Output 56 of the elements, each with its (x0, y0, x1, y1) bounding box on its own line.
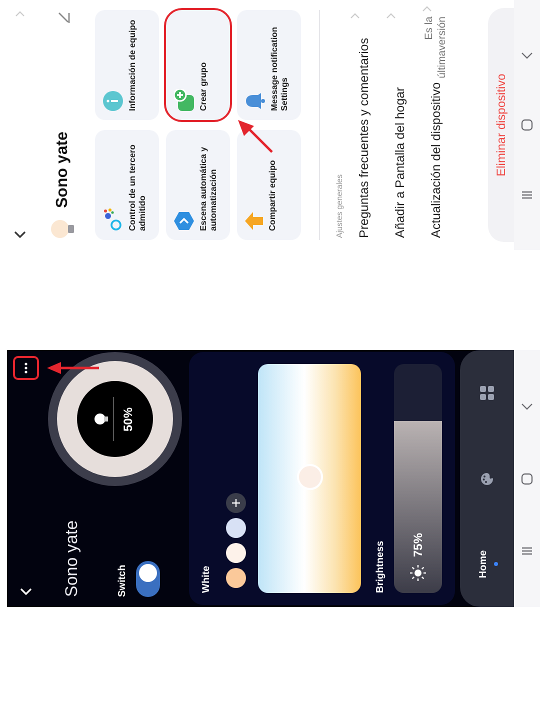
palette-icon (480, 472, 494, 486)
brightness-reading: 75% (410, 532, 426, 557)
recent-apps-icon[interactable] (521, 189, 533, 201)
feature-card[interactable]: Crear grupo (166, 10, 230, 120)
settings-row[interactable]: Preguntas frecuentes y comentarios (346, 0, 382, 250)
settings-row[interactable]: Actualización del dispositivo Es la últimaversión (418, 0, 454, 250)
card-label: Información de equipo (128, 20, 138, 111)
feature-card[interactable]: Compartir equipo (237, 130, 301, 240)
pointer-arrow (45, 361, 99, 375)
section-label: Ajustes generales (334, 173, 345, 240)
plus-icon (232, 499, 240, 507)
row-label: Preguntas frecuentes y comentarios (356, 38, 372, 238)
card-label: Escena automática y automatización (199, 146, 219, 231)
home-icon[interactable] (521, 472, 533, 485)
bulb-icon (94, 414, 108, 426)
row-value: Es la últimaversión (423, 16, 449, 78)
row-label: Actualización del dispositivo (428, 82, 444, 238)
sun-icon (410, 565, 426, 581)
color-temperature-picker[interactable] (258, 364, 361, 593)
share-arrow-icon (245, 211, 263, 231)
picker-thumb[interactable] (297, 464, 323, 490)
card-label: Crear grupo (199, 62, 209, 111)
assistant-icon (103, 207, 123, 231)
more-options-icon (24, 362, 28, 374)
card-label: Compartir equipo (268, 160, 278, 231)
device-title: Sono yate (61, 519, 82, 597)
color-swatch[interactable] (226, 518, 246, 538)
settings-row[interactable]: Añadir a Pantalla del hogar (382, 0, 418, 250)
card-label: Control de un tercero admitido (128, 144, 148, 231)
tab[interactable]: Home (476, 544, 498, 584)
more-options-button[interactable] (15, 358, 37, 378)
card-label: Message notification Settings (270, 26, 290, 111)
brightness-label: Brightness (374, 540, 387, 593)
dial-reading: 50% (120, 407, 136, 432)
brightness-slider[interactable]: 75% (394, 364, 442, 593)
feature-card[interactable]: Información de equipo (95, 10, 159, 120)
add-swatch-button[interactable] (226, 493, 246, 513)
recent-apps-icon[interactable] (521, 544, 533, 557)
grid-icon (480, 386, 494, 400)
presets-label: White (200, 564, 213, 593)
edit-icon[interactable] (56, 10, 70, 24)
scene-icon (174, 211, 194, 231)
toggle-switch[interactable] (136, 561, 160, 597)
color-swatch[interactable] (226, 568, 246, 588)
device-title: Sono yate (53, 132, 72, 208)
bell-icon (245, 91, 265, 111)
switch-label: Switch (116, 564, 128, 597)
light-dial[interactable]: 50% (57, 362, 173, 478)
back-chevron-icon[interactable] (13, 230, 27, 240)
home-icon[interactable] (521, 119, 533, 131)
feature-card[interactable]: Message notification Settings (237, 10, 301, 120)
color-swatch[interactable] (226, 543, 246, 563)
feature-card[interactable]: Control de un tercero admitido (95, 130, 159, 240)
add-group-icon (174, 89, 194, 111)
bulb-icon (50, 218, 76, 240)
row-label: Añadir a Pantalla del hogar (392, 87, 408, 238)
